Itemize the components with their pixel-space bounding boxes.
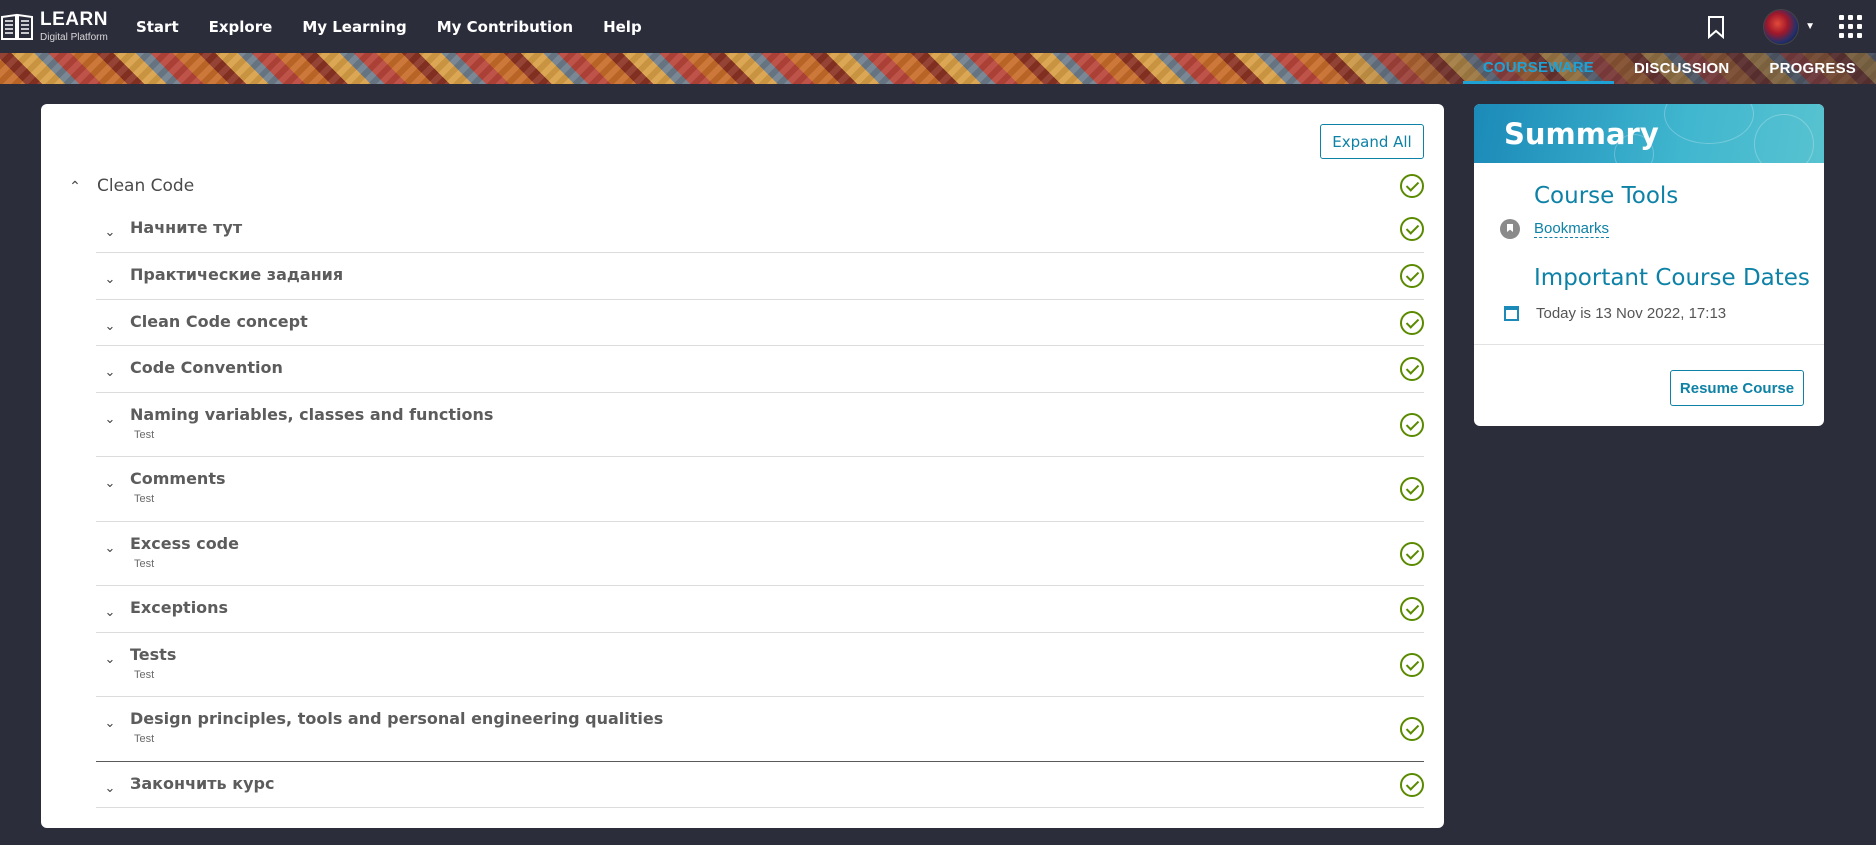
subsection-row[interactable]: ⌄ Exceptions	[96, 586, 1424, 633]
chevron-down-icon[interactable]: ⌄	[96, 762, 124, 796]
nav-help[interactable]: Help	[603, 18, 642, 36]
brand-subtitle: Digital Platform	[40, 32, 108, 43]
nav-explore[interactable]: Explore	[209, 18, 273, 36]
subsection-title: Clean Code concept	[130, 312, 308, 331]
subsection-tag: Test	[134, 429, 155, 441]
complete-check-icon	[1400, 310, 1424, 335]
brand-title: LEARN	[40, 9, 108, 30]
chevron-up-icon[interactable]: ⌃	[61, 178, 89, 195]
summary-header: Summary	[1474, 104, 1824, 163]
complete-check-icon	[1400, 541, 1424, 566]
subsection-row[interactable]: ⌄ Code Convention	[96, 346, 1424, 393]
chevron-down-icon[interactable]: ⌄	[96, 300, 124, 334]
chevron-down-icon[interactable]: ⌄	[96, 633, 124, 667]
subsection-row[interactable]: ⌄ Design principles, tools and personal …	[96, 697, 1424, 762]
course-dates-heading: Important Course Dates	[1534, 265, 1810, 291]
summary-title: Summary	[1504, 117, 1659, 151]
bookmark-icon	[1500, 219, 1520, 239]
complete-check-icon	[1400, 717, 1424, 741]
subsection-row[interactable]: ⌄ Clean Code concept	[96, 300, 1424, 346]
main-nav: Start Explore My Learning My Contributio…	[136, 18, 672, 36]
bookmarks-link[interactable]: Bookmarks	[1534, 220, 1610, 238]
section-title: Clean Code	[97, 176, 195, 196]
subsection-title: Exceptions	[130, 598, 229, 617]
subsection-title: Design principles, tools and personal en…	[130, 709, 664, 728]
complete-check-icon	[1400, 597, 1424, 621]
subsection-title: Tests	[130, 645, 177, 664]
complete-check-icon	[1400, 357, 1424, 381]
user-avatar[interactable]	[1763, 8, 1800, 45]
chevron-down-icon[interactable]: ⌄	[96, 522, 124, 556]
subsection-title: Практические задания	[130, 265, 344, 284]
subsection-list: ⌄ Начните тут ⌄ Практические задания ⌄ C…	[96, 206, 1424, 808]
subsection-row[interactable]: ⌄ Практические задания	[96, 253, 1424, 300]
top-navbar: LEARN Digital Platform Start Explore My …	[0, 0, 1876, 53]
course-tools-heading: Course Tools	[1534, 183, 1679, 209]
chevron-down-icon[interactable]: ⌄	[96, 346, 124, 380]
divider	[1474, 344, 1824, 345]
nav-start[interactable]: Start	[136, 18, 179, 36]
calendar-icon	[1504, 306, 1519, 321]
chevron-down-icon[interactable]: ⌄	[96, 586, 124, 620]
courseware-outline: Expand All ⌃ Clean Code ⌄ Начните тут ⌄ …	[41, 104, 1444, 828]
bookmark-icon[interactable]	[1705, 15, 1727, 39]
subsection-row[interactable]: ⌄ Excess code Test	[96, 522, 1424, 586]
complete-check-icon	[1400, 772, 1424, 797]
apps-grid-icon[interactable]	[1839, 15, 1862, 38]
subsection-row[interactable]: ⌄ Закончить курс	[96, 762, 1424, 808]
book-icon	[1, 13, 33, 40]
resume-course-button[interactable]: Resume Course	[1670, 370, 1804, 406]
chevron-down-icon[interactable]: ⌄	[96, 206, 124, 240]
brand-logo[interactable]: LEARN Digital Platform	[0, 0, 108, 53]
section-clean-code[interactable]: ⌃ Clean Code	[61, 164, 1424, 208]
user-menu-caret-icon[interactable]: ▼	[1805, 21, 1815, 32]
summary-panel: Summary Course Tools Bookmarks Important…	[1474, 104, 1824, 426]
complete-check-icon	[1400, 652, 1424, 677]
subsection-row[interactable]: ⌄ Comments Test	[96, 457, 1424, 522]
chevron-down-icon[interactable]: ⌄	[96, 253, 124, 287]
expand-all-button[interactable]: Expand All	[1320, 124, 1424, 159]
course-tabs: COURSEWARE DISCUSSION PROGRESS	[1462, 53, 1876, 84]
subsection-row[interactable]: ⌄ Начните тут	[96, 206, 1424, 253]
complete-check-icon	[1400, 174, 1424, 198]
chevron-down-icon[interactable]: ⌄	[96, 457, 124, 491]
chevron-down-icon[interactable]: ⌄	[96, 393, 124, 427]
subsection-title: Закончить курс	[130, 774, 275, 793]
subsection-title: Code Convention	[130, 358, 283, 377]
nav-my-learning[interactable]: My Learning	[302, 18, 406, 36]
chevron-down-icon[interactable]: ⌄	[96, 697, 124, 731]
tab-discussion[interactable]: DISCUSSION	[1614, 53, 1749, 84]
subsection-title: Naming variables, classes and functions	[130, 405, 494, 424]
complete-check-icon	[1400, 477, 1424, 501]
subsection-tag: Test	[134, 669, 155, 681]
subsection-title: Comments	[130, 469, 226, 488]
tab-courseware[interactable]: COURSEWARE	[1462, 53, 1615, 84]
subsection-row[interactable]: ⌄ Naming variables, classes and function…	[96, 393, 1424, 457]
complete-check-icon	[1400, 264, 1424, 288]
subsection-title: Excess code	[130, 534, 239, 553]
subsection-row[interactable]: ⌄ Tests Test	[96, 633, 1424, 697]
today-date: Today is 13 Nov 2022, 17:13	[1536, 305, 1727, 322]
tab-progress[interactable]: PROGRESS	[1749, 53, 1876, 84]
subsection-tag: Test	[134, 733, 155, 745]
subsection-title: Начните тут	[130, 218, 243, 237]
nav-my-contribution[interactable]: My Contribution	[437, 18, 573, 36]
subsection-tag: Test	[134, 493, 155, 505]
complete-check-icon	[1400, 217, 1424, 241]
subsection-tag: Test	[134, 558, 155, 570]
complete-check-icon	[1400, 412, 1424, 437]
